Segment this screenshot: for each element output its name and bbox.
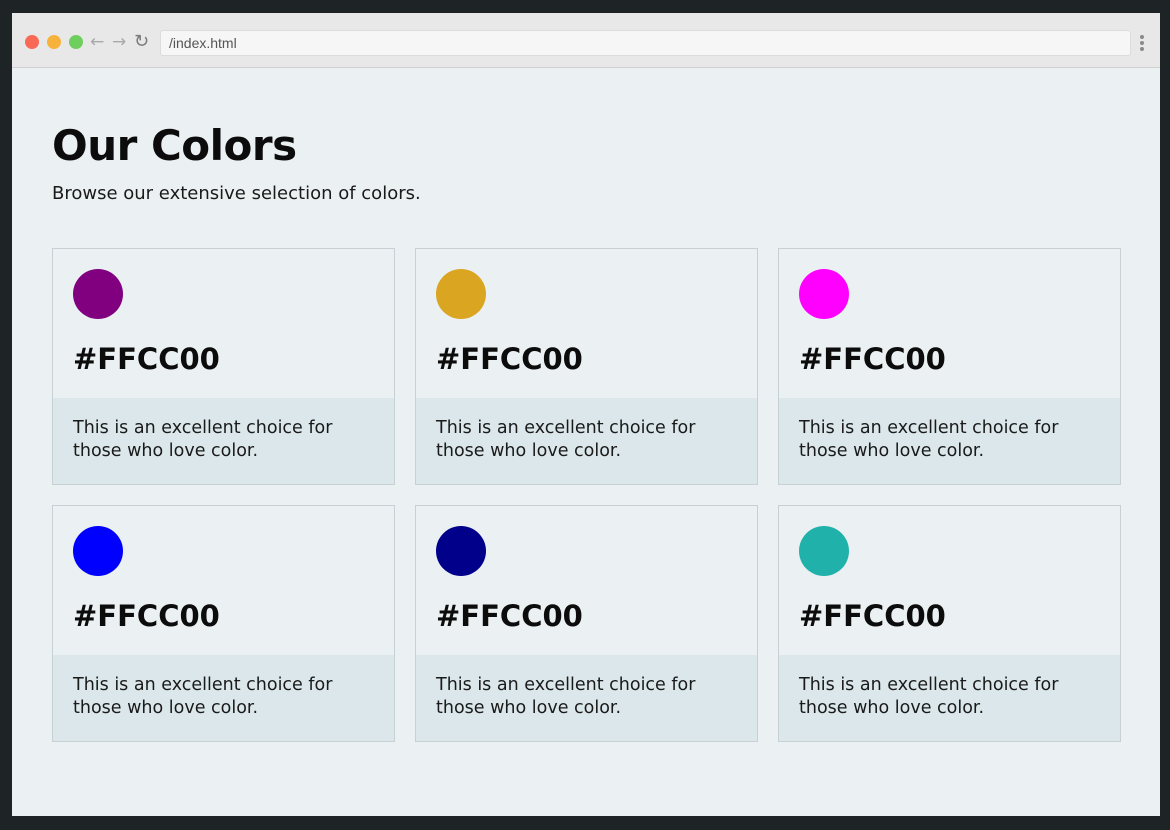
address-bar[interactable]: /index.html (160, 30, 1131, 56)
card-description: This is an excellent choice for those wh… (416, 655, 757, 741)
page-subtitle: Browse our extensive selection of colors… (52, 183, 421, 204)
color-card-grid: #FFCC00 This is an excellent choice for … (52, 248, 1121, 742)
close-window-button[interactable] (25, 35, 39, 49)
card-title: #FFCC00 (436, 342, 583, 376)
color-swatch (799, 269, 849, 319)
card-description: This is an excellent choice for those wh… (779, 655, 1120, 741)
card-title: #FFCC00 (799, 342, 946, 376)
card-description: This is an excellent choice for those wh… (53, 655, 394, 741)
color-swatch (73, 269, 123, 319)
color-card: #FFCC00 This is an excellent choice for … (778, 248, 1121, 485)
browser-window: ← → ↻ /index.html Our Colors Browse our … (12, 13, 1160, 816)
menu-dots-icon[interactable] (1140, 35, 1146, 53)
background-editor (0, 0, 12, 830)
card-title: #FFCC00 (799, 599, 946, 633)
color-swatch (436, 526, 486, 576)
color-card: #FFCC00 This is an excellent choice for … (778, 505, 1121, 742)
reload-icon[interactable]: ↻ (134, 30, 149, 54)
card-description: This is an excellent choice for those wh… (53, 398, 394, 484)
card-title: #FFCC00 (436, 599, 583, 633)
back-arrow-icon[interactable]: ← (90, 30, 104, 54)
page-content: Our Colors Browse our extensive selectio… (52, 121, 1121, 742)
forward-arrow-icon[interactable]: → (112, 30, 126, 54)
card-description: This is an excellent choice for those wh… (779, 398, 1120, 484)
color-card: #FFCC00 This is an excellent choice for … (415, 248, 758, 485)
browser-toolbar: ← → ↻ /index.html (12, 13, 1160, 68)
color-swatch (73, 526, 123, 576)
color-swatch (799, 526, 849, 576)
maximize-window-button[interactable] (69, 35, 83, 49)
color-card: #FFCC00 This is an excellent choice for … (52, 505, 395, 742)
color-swatch (436, 269, 486, 319)
card-title: #FFCC00 (73, 342, 220, 376)
color-card: #FFCC00 This is an excellent choice for … (52, 248, 395, 485)
card-description: This is an excellent choice for those wh… (416, 398, 757, 484)
card-title: #FFCC00 (73, 599, 220, 633)
page-title: Our Colors (52, 121, 297, 170)
color-card: #FFCC00 This is an excellent choice for … (415, 505, 758, 742)
minimize-window-button[interactable] (47, 35, 61, 49)
